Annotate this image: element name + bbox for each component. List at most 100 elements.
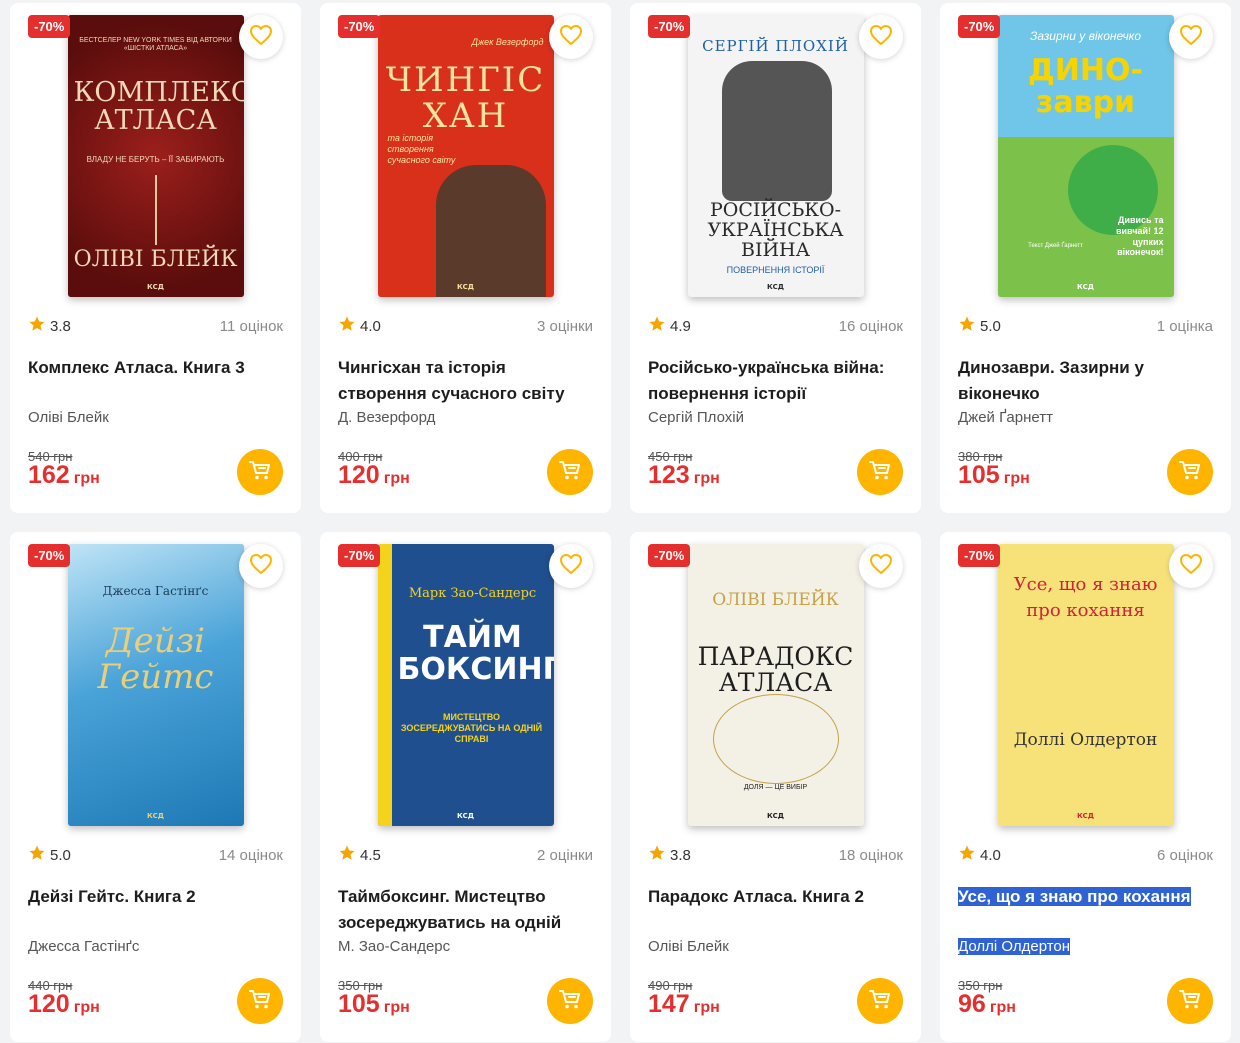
reviews-count[interactable]: 16 оцінок (839, 318, 903, 335)
favorite-button[interactable] (859, 15, 903, 59)
reviews-count[interactable]: 1 оцінка (1157, 318, 1213, 335)
star-icon (338, 844, 356, 866)
price-currency: грн (989, 999, 1016, 1016)
discount-badge: -70% (648, 15, 691, 38)
price: 120 грн (338, 461, 410, 490)
heart-icon (1179, 24, 1203, 51)
rating-value: 5.0 (50, 846, 71, 864)
rating: 3.8 (28, 315, 71, 337)
book-cover[interactable]: Джек Везерфорд ЧИНГІС ХАН та історія створ… (377, 15, 554, 297)
price: 162 грн (28, 461, 100, 490)
reviews-count[interactable]: 3 оцінки (537, 318, 593, 335)
rating-value: 3.8 (670, 846, 691, 864)
rating-row: 4.0 3 оцінки (338, 315, 593, 337)
reviews-count[interactable]: 2 оцінки (537, 847, 593, 864)
product-title[interactable]: Дейзі Гейтс. Книга 2 (28, 884, 283, 910)
product-card[interactable]: ОЛІВІ БЛЕЙК ПАРАДОКС АТЛАСА ДОЛЯ — ЦЕ ВИБІ… (630, 532, 921, 1042)
reviews-count[interactable]: 14 оцінок (219, 847, 283, 864)
book-cover[interactable]: СЕРГІЙ ПЛОХІЙ РОСІЙСЬКО-УКРАЇНСЬКА ВІЙНА П… (687, 15, 864, 297)
product-title[interactable]: Усе, що я знаю про кохання (958, 884, 1213, 910)
favorite-button[interactable] (549, 544, 593, 588)
rating-row: 3.8 11 оцінок (28, 315, 283, 337)
price: 105 грн (338, 990, 410, 1019)
product-card[interactable]: Джесса Гастінґс Дейзі Гейтс КСД -70% 5.0 14 о… (10, 532, 301, 1042)
book-cover[interactable]: Усе, що я знаю про кохання Доллі Олдертон… (997, 544, 1174, 826)
product-author[interactable]: Доллі Олдертон (958, 938, 1213, 955)
book-cover[interactable]: БЕСТСЕЛЕР NEW YORK TIMES ВІД АВТОРКИ «ШІ… (67, 15, 244, 297)
product-title[interactable]: Комплекс Атласа. Книга 3 (28, 355, 283, 381)
price-value: 105 (338, 990, 380, 1018)
add-to-cart-button[interactable] (237, 978, 283, 1024)
add-to-cart-button[interactable] (857, 978, 903, 1024)
star-icon (28, 315, 46, 337)
star-icon (28, 844, 46, 866)
reviews-count[interactable]: 6 оцінок (1157, 847, 1213, 864)
book-cover[interactable]: Джесса Гастінґс Дейзі Гейтс КСД (67, 544, 244, 826)
product-author[interactable]: Оліві Блейк (648, 938, 903, 955)
heart-icon (869, 24, 893, 51)
discount-badge: -70% (958, 15, 1001, 38)
product-author[interactable]: Сергій Плохій (648, 409, 903, 426)
cart-icon (1178, 459, 1202, 486)
product-author[interactable]: М. Зао-Сандерс (338, 938, 593, 955)
star-icon (958, 315, 976, 337)
price: 105 грн (958, 461, 1030, 490)
rating-value: 4.5 (360, 846, 381, 864)
add-to-cart-button[interactable] (547, 449, 593, 495)
price: 123 грн (648, 461, 720, 490)
discount-badge: -70% (648, 544, 691, 567)
product-author[interactable]: Оліві Блейк (28, 409, 283, 426)
discount-badge: -70% (338, 15, 381, 38)
book-cover[interactable]: Зазирни у віконечко ДИНО-заври Дивись та в… (997, 15, 1174, 297)
favorite-button[interactable] (1169, 15, 1213, 59)
star-icon (958, 844, 976, 866)
book-cover[interactable]: ОЛІВІ БЛЕЙК ПАРАДОКС АТЛАСА ДОЛЯ — ЦЕ ВИБІ… (687, 544, 864, 826)
price-currency: грн (693, 470, 720, 487)
rating: 4.9 (648, 315, 691, 337)
add-to-cart-button[interactable] (237, 449, 283, 495)
product-grid: БЕСТСЕЛЕР NEW YORK TIMES ВІД АВТОРКИ «ШІ… (10, 3, 1231, 1042)
reviews-count[interactable]: 18 оцінок (839, 847, 903, 864)
price-currency: грн (693, 999, 720, 1016)
rating: 4.0 (958, 844, 1001, 866)
reviews-count[interactable]: 11 оцінок (220, 318, 283, 335)
rating-row: 3.8 18 оцінок (648, 844, 903, 866)
product-card[interactable]: Усе, що я знаю про кохання Доллі Олдертон… (940, 532, 1231, 1042)
price-value: 123 (648, 461, 690, 489)
star-icon (338, 315, 356, 337)
cart-icon (868, 988, 892, 1015)
price: 147 грн (648, 990, 720, 1019)
product-title[interactable]: Динозаври. Зазирни у віконечко (958, 355, 1213, 407)
price-currency: грн (73, 999, 100, 1016)
add-to-cart-button[interactable] (1167, 978, 1213, 1024)
product-author[interactable]: Джей Ґарнетт (958, 409, 1213, 426)
favorite-button[interactable] (239, 15, 283, 59)
favorite-button[interactable] (859, 544, 903, 588)
cart-icon (558, 459, 582, 486)
star-icon (648, 315, 666, 337)
add-to-cart-button[interactable] (547, 978, 593, 1024)
product-title[interactable]: Російсько-українська війна: повернення і… (648, 355, 903, 407)
product-card[interactable]: Марк Зао-Сандерс ТАЙМ БОКСИНГ МИСТЕЦТВО ЗО… (320, 532, 611, 1042)
rating: 5.0 (28, 844, 71, 866)
book-cover[interactable]: Марк Зао-Сандерс ТАЙМ БОКСИНГ МИСТЕЦТВО ЗО… (377, 544, 554, 826)
price-value: 162 (28, 461, 70, 489)
product-card[interactable]: БЕСТСЕЛЕР NEW YORK TIMES ВІД АВТОРКИ «ШІ… (10, 3, 301, 513)
product-author[interactable]: Джесса Гастінґс (28, 938, 283, 955)
product-card[interactable]: СЕРГІЙ ПЛОХІЙ РОСІЙСЬКО-УКРАЇНСЬКА ВІЙНА П… (630, 3, 921, 513)
product-card[interactable]: Зазирни у віконечко ДИНО-заври Дивись та в… (940, 3, 1231, 513)
rating-value: 5.0 (980, 317, 1001, 335)
cart-icon (248, 988, 272, 1015)
add-to-cart-button[interactable] (1167, 449, 1213, 495)
favorite-button[interactable] (549, 15, 593, 59)
price: 120 грн (28, 990, 100, 1019)
favorite-button[interactable] (239, 544, 283, 588)
favorite-button[interactable] (1169, 544, 1213, 588)
product-title[interactable]: Парадокс Атласа. Книга 2 (648, 884, 903, 910)
heart-icon (249, 24, 273, 51)
product-title[interactable]: Таймбоксинг. Мистецтво зосереджуватись н… (338, 884, 593, 936)
add-to-cart-button[interactable] (857, 449, 903, 495)
product-author[interactable]: Д. Везерфорд (338, 409, 593, 426)
product-card[interactable]: Джек Везерфорд ЧИНГІС ХАН та історія створ… (320, 3, 611, 513)
product-title[interactable]: Чингісхан та історія створення сучасного… (338, 355, 593, 407)
